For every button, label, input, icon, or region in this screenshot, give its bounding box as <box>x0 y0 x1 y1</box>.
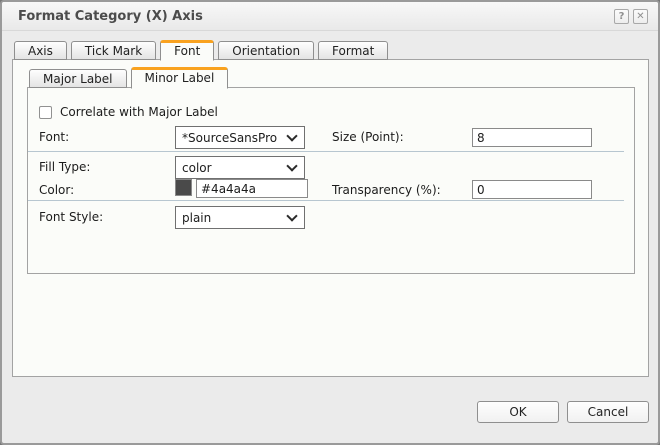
fill-type-dropdown-value: color <box>182 160 212 175</box>
font-dropdown-value: *SourceSansPro <box>182 130 278 145</box>
separator <box>28 200 624 201</box>
ok-button[interactable]: OK <box>477 401 559 423</box>
tab-orientation[interactable]: Orientation <box>218 41 315 60</box>
help-icon[interactable]: ? <box>614 9 629 24</box>
font-style-dropdown[interactable]: plain <box>175 206 305 229</box>
font-style-label: Font Style: <box>39 210 104 224</box>
label-sub-tab-bar: Major Label Minor Label <box>29 66 232 89</box>
chevron-down-icon <box>286 130 298 142</box>
transparency-input[interactable] <box>472 180 592 199</box>
tab-tick-mark[interactable]: Tick Mark <box>70 41 157 60</box>
separator <box>28 151 624 152</box>
size-input[interactable] <box>472 128 592 147</box>
dialog-title: Format Category (X) Axis <box>18 9 203 24</box>
format-axis-dialog: Format Category (X) Axis ? ✕ Axis Tick M… <box>0 0 660 445</box>
tab-major-label[interactable]: Major Label <box>29 69 127 88</box>
chevron-down-icon <box>286 160 298 172</box>
tab-format[interactable]: Format <box>318 41 389 60</box>
fill-type-dropdown[interactable]: color <box>175 156 305 179</box>
main-tab-bar: Axis Tick Mark Font Orientation Format <box>14 39 392 61</box>
fill-type-label: Fill Type: <box>39 160 91 174</box>
size-label: Size (Point): <box>332 130 404 144</box>
chevron-down-icon <box>286 210 298 222</box>
correlate-checkbox[interactable] <box>39 106 52 119</box>
dialog-titlebar: Format Category (X) Axis ? ✕ <box>2 2 658 31</box>
font-style-dropdown-value: plain <box>182 210 212 225</box>
color-input[interactable] <box>196 179 308 198</box>
tab-axis[interactable]: Axis <box>14 41 67 60</box>
tab-font[interactable]: Font <box>160 40 215 61</box>
tab-minor-label[interactable]: Minor Label <box>130 67 229 89</box>
font-dropdown[interactable]: *SourceSansPro <box>175 126 305 149</box>
correlate-checkbox-label: Correlate with Major Label <box>60 105 218 119</box>
color-label: Color: <box>39 183 75 197</box>
font-label: Font: <box>39 130 70 144</box>
transparency-label: Transparency (%): <box>332 183 441 197</box>
close-icon[interactable]: ✕ <box>633 9 648 24</box>
cancel-button[interactable]: Cancel <box>567 401 649 423</box>
color-swatch[interactable] <box>175 179 192 196</box>
